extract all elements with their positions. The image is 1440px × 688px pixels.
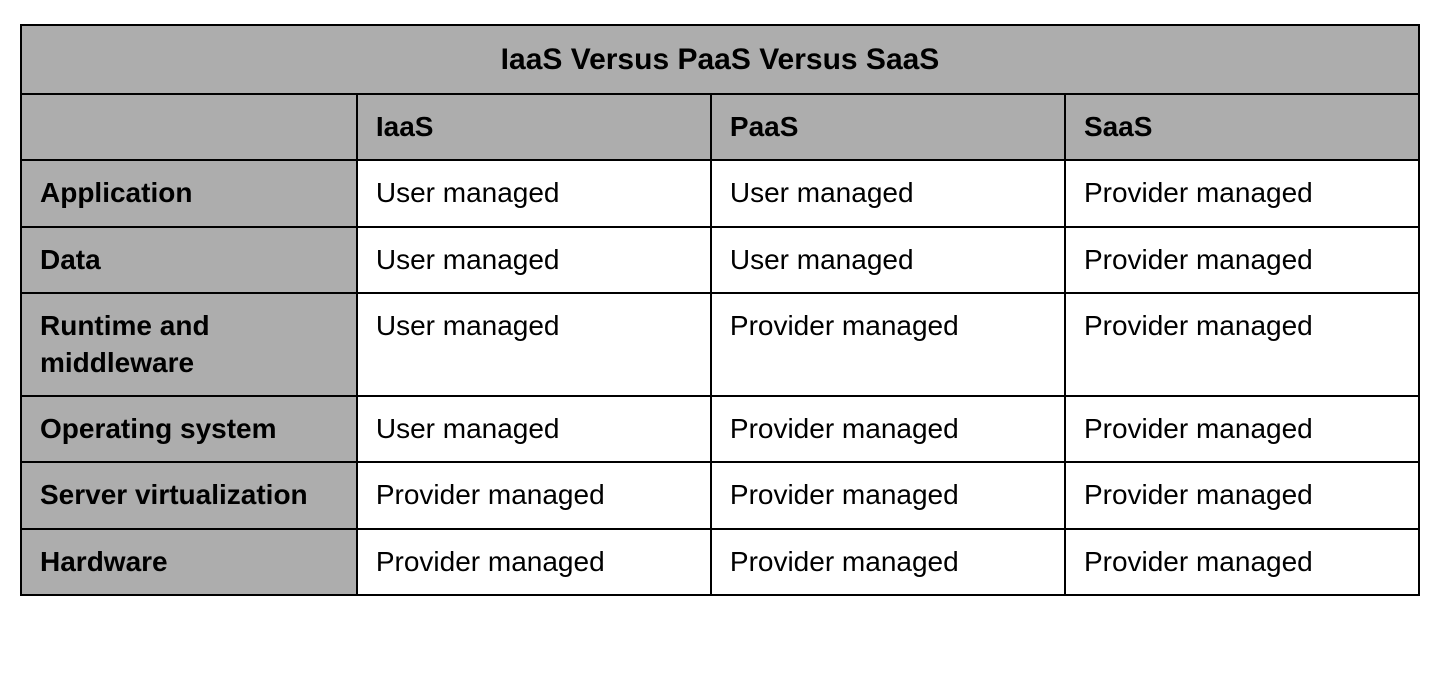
col-header-iaas: IaaS xyxy=(357,94,711,160)
row-label: Server virtualization xyxy=(21,462,357,528)
table-row: Server virtualization Provider managed P… xyxy=(21,462,1419,528)
cell-saas: Provider managed xyxy=(1065,529,1419,595)
table-row: Data User managed User managed Provider … xyxy=(21,227,1419,293)
cell-paas: User managed xyxy=(711,227,1065,293)
cell-paas: User managed xyxy=(711,160,1065,226)
cell-iaas: User managed xyxy=(357,227,711,293)
cell-paas: Provider managed xyxy=(711,529,1065,595)
cell-paas: Provider managed xyxy=(711,293,1065,396)
cell-saas: Provider managed xyxy=(1065,160,1419,226)
cell-iaas: Provider managed xyxy=(357,529,711,595)
cell-iaas: User managed xyxy=(357,160,711,226)
cell-iaas: User managed xyxy=(357,396,711,462)
cell-saas: Provider managed xyxy=(1065,293,1419,396)
cell-saas: Provider managed xyxy=(1065,462,1419,528)
row-label: Hardware xyxy=(21,529,357,595)
table-row: Operating system User managed Provider m… xyxy=(21,396,1419,462)
row-label: Application xyxy=(21,160,357,226)
col-header-paas: PaaS xyxy=(711,94,1065,160)
row-label: Operating system xyxy=(21,396,357,462)
row-label: Runtime and middleware xyxy=(21,293,357,396)
table-title: IaaS Versus PaaS Versus SaaS xyxy=(21,25,1419,94)
cell-saas: Provider managed xyxy=(1065,227,1419,293)
cell-paas: Provider managed xyxy=(711,462,1065,528)
title-row: IaaS Versus PaaS Versus SaaS xyxy=(21,25,1419,94)
row-label: Data xyxy=(21,227,357,293)
table-row: Application User managed User managed Pr… xyxy=(21,160,1419,226)
col-header-saas: SaaS xyxy=(1065,94,1419,160)
cell-paas: Provider managed xyxy=(711,396,1065,462)
cell-iaas: Provider managed xyxy=(357,462,711,528)
cell-saas: Provider managed xyxy=(1065,396,1419,462)
table-row: Hardware Provider managed Provider manag… xyxy=(21,529,1419,595)
col-header-empty xyxy=(21,94,357,160)
comparison-table: IaaS Versus PaaS Versus SaaS IaaS PaaS S… xyxy=(20,24,1420,596)
cell-iaas: User managed xyxy=(357,293,711,396)
header-row: IaaS PaaS SaaS xyxy=(21,94,1419,160)
table-row: Runtime and middleware User managed Prov… xyxy=(21,293,1419,396)
